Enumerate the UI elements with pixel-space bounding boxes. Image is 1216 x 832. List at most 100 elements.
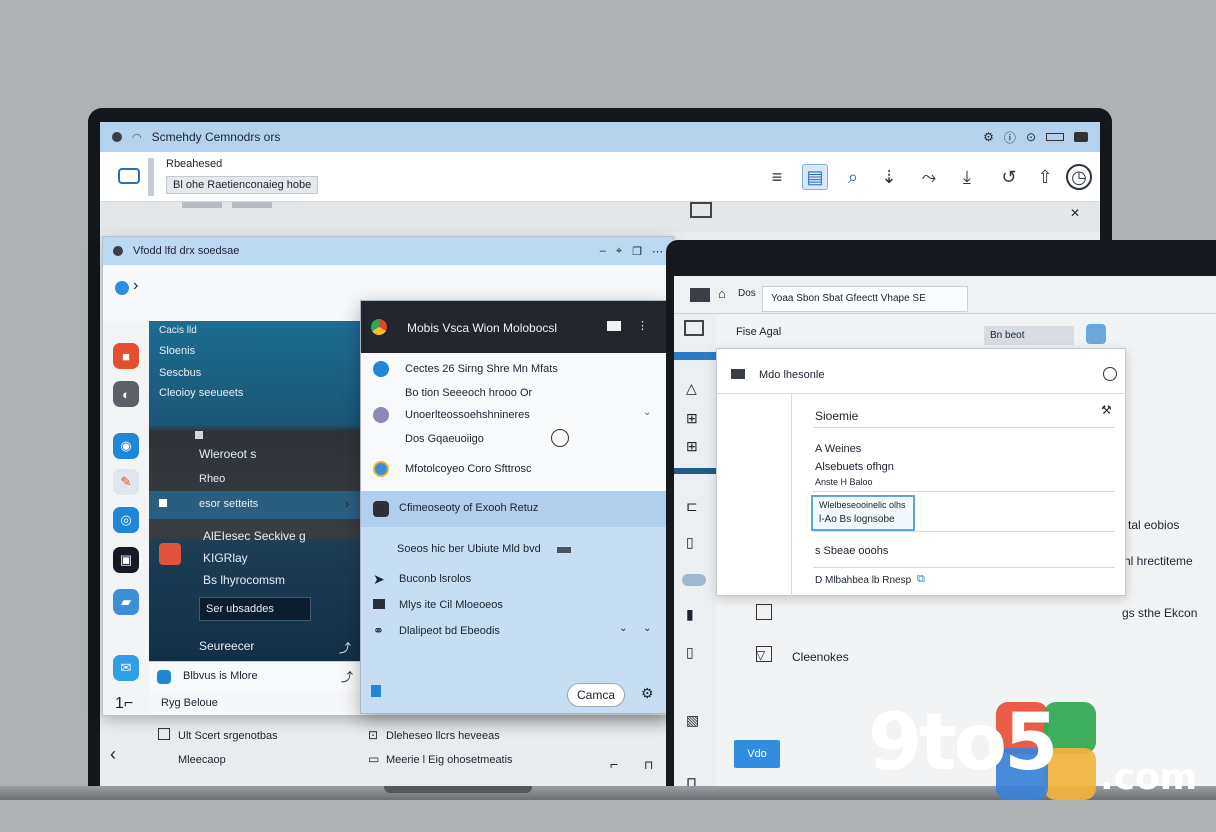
- home-icon[interactable]: ⌂: [718, 286, 726, 301]
- primary-button[interactable]: Camca: [567, 683, 625, 707]
- menu-row[interactable]: Unoerlteossoehshnineres ⌄: [361, 403, 667, 427]
- option-row[interactable]: ➤ Buconb lsrolos: [361, 569, 661, 591]
- upload-icon[interactable]: ⇧: [1032, 164, 1058, 190]
- below-item-right[interactable]: Meerie l Eig ohosetmeatis: [386, 754, 513, 766]
- share-icon[interactable]: ⤴: [341, 668, 353, 685]
- restore-icon[interactable]: ❐: [632, 245, 642, 258]
- option-label: Buconb lsrolos: [399, 573, 472, 585]
- option-row[interactable]: Mlys ite Cil Mloeoeos: [361, 595, 661, 617]
- window-icon[interactable]: [684, 320, 704, 336]
- clock-icon[interactable]: ◷: [1066, 164, 1092, 190]
- footer-label[interactable]: Cleenokes: [792, 650, 849, 664]
- below-item[interactable]: Mleecaop: [178, 754, 226, 766]
- breadcrumb-field[interactable]: Bl ohe Raetienconaieg hobe: [166, 176, 319, 194]
- block-line-2: KIGRlay: [203, 551, 248, 565]
- folder-icon[interactable]: [690, 288, 710, 302]
- phone-icon[interactable]: ▮: [686, 606, 694, 623]
- pane-item[interactable]: Sloenis: [159, 345, 195, 357]
- grid-icon[interactable]: ⊞: [686, 410, 698, 427]
- pane-middle-label[interactable]: Wleroeot s: [199, 447, 256, 461]
- pin-icon[interactable]: ⌖: [616, 245, 622, 258]
- close-icon[interactable]: ✕: [1070, 206, 1080, 220]
- selected-item[interactable]: esor setteits ›: [149, 491, 361, 519]
- menu-row[interactable]: Mfotolcoyeo Coro Sfttrosc: [361, 457, 667, 481]
- triangle-icon: ▽: [756, 648, 766, 662]
- photos-icon[interactable]: ▰: [113, 589, 139, 615]
- more-icon[interactable]: ⋯: [652, 245, 663, 258]
- more-icon[interactable]: ⋮: [637, 319, 648, 332]
- settings-icon[interactable]: ⚙: [641, 685, 654, 702]
- edge-icon[interactable]: ◉: [113, 433, 139, 459]
- dialog-input-box[interactable]: Wlelbeseooinelic olhs l-Ao Bs lognsobe: [811, 495, 915, 531]
- globe-icon[interactable]: ◎: [113, 507, 139, 533]
- search-chip[interactable]: Bn beot: [984, 326, 1075, 345]
- settings-icon[interactable]: ⚙: [983, 130, 994, 144]
- watermark-logo: 9to5 .com: [868, 702, 1198, 802]
- paint-icon[interactable]: ✎: [113, 469, 139, 495]
- page-indicator-icon[interactable]: 1⌐: [115, 695, 133, 713]
- download-icon[interactable]: ⤓: [954, 164, 980, 190]
- dialog-field[interactable]: D Mlbahbea lb Rnesp: [815, 575, 911, 586]
- trash-icon[interactable]: ⊓: [644, 758, 653, 772]
- menu-row[interactable]: Cectes 26 Sirng Shre Mn Mfats: [361, 357, 667, 381]
- document-icon[interactable]: ▯: [686, 534, 694, 551]
- window-icon[interactable]: [607, 321, 621, 331]
- chevron-left-icon[interactable]: ‹: [110, 744, 116, 765]
- menu-row[interactable]: Bo tion Seeeoch hrooo Or: [361, 381, 667, 405]
- share-icon[interactable]: ⤳: [916, 164, 942, 190]
- edit-icon[interactable]: [1086, 324, 1106, 344]
- image-icon[interactable]: ▧: [686, 712, 699, 729]
- external-link-icon[interactable]: ⧉: [917, 573, 925, 586]
- bookmark-icon[interactable]: [371, 685, 381, 697]
- grid-icon[interactable]: ⊞: [686, 438, 698, 455]
- bottom-selected-row[interactable]: Blbvus is Mlore ⤴: [149, 661, 361, 691]
- info-icon[interactable]: ⓘ: [1004, 129, 1016, 146]
- office-app-icon[interactable]: ■: [113, 343, 139, 369]
- alert-icon[interactable]: △: [686, 380, 697, 397]
- highlighted-row[interactable]: Cfimeoseoty of Exooh Retuz: [361, 491, 667, 527]
- refresh-icon[interactable]: ↺: [996, 164, 1022, 190]
- share-icon[interactable]: ⤴: [339, 639, 351, 656]
- terminal-icon[interactable]: ▣: [113, 547, 139, 573]
- pane-footer[interactable]: Seureecer: [199, 639, 254, 653]
- option-row[interactable]: ⚭ Dlalipeot bd Ebeodis ⌄ ⌄: [361, 621, 661, 643]
- usb-icon[interactable]: ⇣: [876, 164, 902, 190]
- search-icon[interactable]: ⌕: [840, 164, 866, 190]
- chevron-down-icon[interactable]: ⌄: [643, 407, 651, 418]
- blue-button[interactable]: Vdo: [734, 740, 780, 768]
- chevron-down-icon[interactable]: ⌄: [619, 623, 627, 634]
- pane-item[interactable]: Sescbus: [159, 367, 201, 379]
- layout-icon[interactable]: ⊏: [686, 498, 698, 515]
- browser-tab[interactable]: Yoaa Sbon Sbat Gfeectt Vhape SE: [762, 286, 968, 312]
- tab-placeholder[interactable]: [232, 202, 272, 208]
- document-icon[interactable]: ▤: [802, 164, 828, 190]
- minimize-icon[interactable]: –: [600, 245, 606, 257]
- trash-icon[interactable]: ⊓: [686, 774, 697, 786]
- tab-placeholder[interactable]: [182, 202, 222, 208]
- folder-icon[interactable]: [690, 202, 712, 218]
- mail-icon[interactable]: ✉: [113, 655, 139, 681]
- timer-icon[interactable]: [551, 429, 569, 447]
- clock-icon[interactable]: [1103, 367, 1117, 381]
- menu-row[interactable]: Dos Gqaeuoiigo: [361, 427, 667, 451]
- notification-icon[interactable]: [1074, 132, 1088, 142]
- address-field[interactable]: Fise Agal: [736, 326, 781, 338]
- chevron-right-icon[interactable]: ›: [133, 277, 138, 295]
- pane-item[interactable]: Cleoioy seeueets: [159, 387, 243, 399]
- dialog-divider: [717, 393, 1127, 394]
- menu-row-label: Cectes 26 Sirng Shre Mn Mfats: [405, 363, 558, 375]
- pin-icon[interactable]: ⌐: [610, 756, 618, 772]
- below-item-right[interactable]: Dleheseo llcrs heveeas: [386, 730, 500, 742]
- pane-chip[interactable]: Ser ubsaddes: [199, 597, 311, 621]
- below-item[interactable]: Ult Scert srgenotbas: [178, 730, 278, 742]
- drive-icon[interactable]: [118, 168, 140, 184]
- camera-icon[interactable]: ◐: [113, 381, 139, 407]
- location-icon[interactable]: ⊙: [1026, 130, 1036, 144]
- menu-icon[interactable]: ≡: [764, 164, 790, 190]
- chevron-down-icon[interactable]: ⌄: [643, 623, 651, 634]
- wrench-icon[interactable]: ⚒: [1101, 403, 1112, 417]
- file-icon[interactable]: ▯: [686, 644, 694, 661]
- divider: [674, 468, 716, 474]
- chat-icon: [373, 361, 389, 377]
- toggle-icon[interactable]: [682, 574, 706, 586]
